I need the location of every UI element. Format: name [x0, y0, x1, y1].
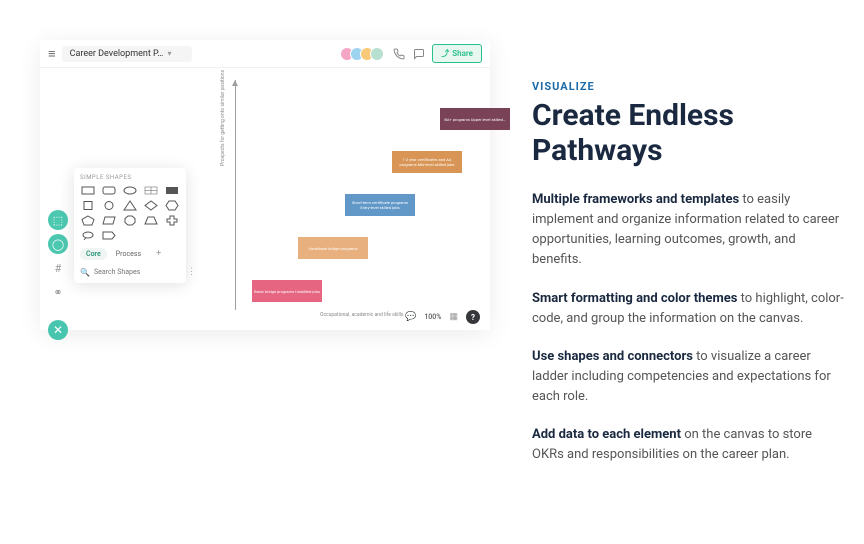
grid-tool-icon[interactable]: #	[48, 258, 68, 278]
grid-shape-icon[interactable]	[144, 185, 158, 196]
more-icon[interactable]: ⋮	[187, 267, 197, 277]
cluster-tool-icon[interactable]: ⚭	[48, 282, 68, 302]
chip-add[interactable]: +	[150, 247, 167, 261]
shape-tool-icon[interactable]: ◯	[48, 234, 68, 254]
share-button[interactable]: ⤴ Share	[432, 44, 482, 63]
chat-icon[interactable]	[412, 47, 426, 61]
shape-category-chips: Core Process +	[80, 247, 180, 261]
search-input[interactable]	[94, 268, 183, 276]
ladder-box-4[interactable]: 1-2 year certificates and AA programs Mi…	[392, 151, 462, 173]
paragraph-2: Smart formatting and color themes to hig…	[532, 289, 846, 329]
paragraph-3: Use shapes and connectors to visualize a…	[532, 347, 846, 407]
x-axis-label: Occupational, academic and life skills	[320, 312, 403, 318]
paragraph-4: Add data to each element on the canvas t…	[532, 425, 846, 465]
shapes-panel: SIMPLE SHAPES	[74, 168, 186, 283]
roundrect-shape-icon[interactable]	[102, 185, 116, 196]
more-shapes-icon[interactable]	[123, 230, 137, 241]
eyebrow: VISUALIZE	[532, 80, 846, 93]
y-axis	[235, 80, 236, 310]
shapes-panel-header: SIMPLE SHAPES	[80, 174, 180, 181]
side-toolbar: ⬚ ◯ # ⚭	[48, 210, 68, 302]
tag-shape-icon[interactable]	[102, 230, 116, 241]
shape-grid	[80, 185, 180, 241]
share-icon: ⤴	[441, 48, 449, 59]
filled-rect-shape-icon[interactable]	[165, 185, 179, 196]
share-label: Share	[452, 49, 473, 58]
paragraph-1: Multiple frameworks and templates to eas…	[532, 190, 846, 271]
zoom-level[interactable]: 100%	[424, 313, 441, 321]
menu-icon[interactable]: ≡	[48, 46, 56, 62]
marketing-copy: VISUALIZE Create Endless Pathways Multip…	[500, 0, 864, 544]
collaborator-avatars[interactable]	[344, 47, 384, 61]
avatar	[370, 47, 384, 61]
comment-icon[interactable]: 💬	[405, 312, 416, 322]
chip-core[interactable]: Core	[80, 248, 107, 260]
trapezoid-shape-icon[interactable]	[144, 215, 158, 226]
ladder-box-2[interactable]: Vocational bridge programs	[298, 237, 368, 259]
app-screenshot: ≡ Career Development P… ▾ ⤴ Share	[0, 0, 500, 544]
document-title-text: Career Development P…	[70, 49, 164, 59]
ladder-box-5[interactable]: BA+ programs Upper level skilled…	[440, 108, 510, 130]
y-axis-label: Prospects for getting onto similar posit…	[220, 70, 226, 166]
shape-search-row: 🔍 ⋮	[80, 267, 180, 277]
help-button[interactable]: ?	[466, 310, 480, 324]
triangle-shape-icon[interactable]	[123, 200, 137, 211]
hexagon-shape-icon[interactable]	[165, 200, 179, 211]
phone-icon[interactable]	[392, 47, 406, 61]
chip-process[interactable]: Process	[110, 248, 147, 260]
search-icon: 🔍	[80, 268, 90, 277]
rect-shape-icon[interactable]	[81, 185, 95, 196]
circle-shape-icon[interactable]	[102, 200, 116, 211]
app-window: ≡ Career Development P… ▾ ⤴ Share	[40, 40, 490, 330]
bottom-bar: 💬 100% ▦ ?	[405, 310, 480, 324]
ladder-box-1[interactable]: Basic bridge programs Unskilled jobs	[252, 280, 322, 302]
ellipse-shape-icon[interactable]	[123, 185, 137, 196]
grid-icon[interactable]: ▦	[449, 312, 458, 322]
callout-shape-icon[interactable]	[81, 230, 95, 241]
diamond-shape-icon[interactable]	[144, 200, 158, 211]
ladder-box-3[interactable]: Short-term certificate programs Entry-le…	[345, 194, 415, 216]
frame-tool-icon[interactable]: ⬚	[48, 210, 68, 230]
chevron-down-icon: ▾	[168, 49, 172, 58]
octagon-shape-icon[interactable]	[123, 215, 137, 226]
document-title[interactable]: Career Development P… ▾	[62, 46, 192, 62]
parallelogram-shape-icon[interactable]	[102, 215, 116, 226]
square-shape-icon[interactable]	[81, 200, 95, 211]
topbar: ≡ Career Development P… ▾ ⤴ Share	[40, 40, 490, 68]
close-button[interactable]: ✕	[48, 320, 68, 340]
pentagon-shape-icon[interactable]	[81, 215, 95, 226]
headline: Create Endless Pathways	[532, 99, 846, 168]
cross-shape-icon[interactable]	[165, 215, 179, 226]
